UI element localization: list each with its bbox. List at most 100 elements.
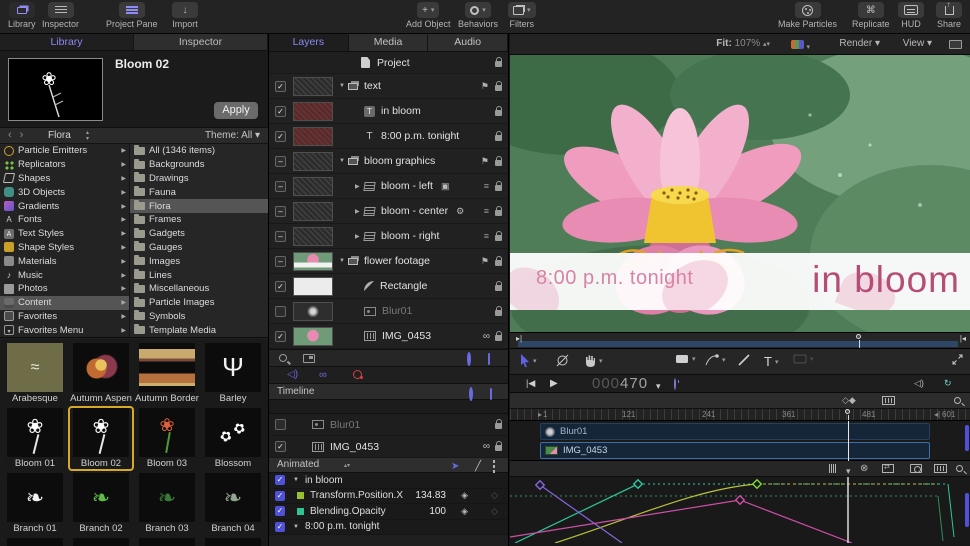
import-button[interactable]: ↓ Import: [172, 2, 198, 29]
inspector-button[interactable]: Inspector: [42, 2, 79, 29]
miscellaneous[interactable]: Miscellaneous: [130, 282, 268, 296]
photos[interactable]: Photos ▶: [0, 282, 129, 296]
materials[interactable]: Materials ▶: [0, 254, 129, 268]
audio-waveform-icon[interactable]: [828, 464, 839, 475]
range-end-marker[interactable]: |◂: [960, 334, 966, 343]
color-channel-swatch[interactable]: ▾: [791, 40, 810, 52]
project-pane-button[interactable]: Project Pane: [106, 2, 158, 29]
speaker-icon[interactable]: ◁): [287, 369, 298, 380]
layer-checkbox[interactable]: [275, 256, 286, 267]
filters-button[interactable]: ▾ Filters: [508, 2, 536, 29]
lock-icon[interactable]: [495, 285, 502, 291]
disclosure-triangle-icon[interactable]: [339, 158, 348, 164]
particle-images[interactable]: Particle Images: [130, 296, 268, 310]
fauna[interactable]: Fauna: [130, 185, 268, 199]
bloom-graphics[interactable]: bloom graphics ▣ ⚙ ⚑ ≡ ∞: [269, 149, 508, 174]
disclosure-triangle-icon[interactable]: [339, 83, 348, 89]
layers-tab[interactable]: Media: [349, 34, 429, 51]
flora[interactable]: Flora: [130, 199, 268, 213]
lock-icon[interactable]: [495, 135, 502, 141]
lock-icon[interactable]: [495, 61, 502, 67]
lock-icon[interactable]: [495, 85, 502, 91]
panel-tab[interactable]: Library: [0, 34, 134, 50]
arabesque[interactable]: Arabesque: [2, 341, 68, 406]
autumn-aspen[interactable]: Autumn Aspen: [68, 341, 134, 406]
fonts[interactable]: Fonts ▶: [0, 213, 129, 227]
record-icon[interactable]: [353, 370, 362, 379]
timeline-layer-checkbox[interactable]: [275, 441, 286, 452]
keyframe-toggle-icon[interactable]: ◇◆: [842, 395, 856, 406]
gauges[interactable]: Gauges: [130, 241, 268, 255]
layer-checkbox[interactable]: [275, 331, 286, 342]
bloom-center[interactable]: bloom - center ▣ ⚙ ⚑ ≡ ∞: [269, 199, 508, 224]
music[interactable]: Music ▶: [0, 268, 129, 282]
layer-checkbox[interactable]: [275, 181, 286, 192]
drawings[interactable]: Drawings: [130, 172, 268, 186]
select-tool[interactable]: ▾: [520, 354, 537, 367]
layer-checkbox[interactable]: [275, 206, 286, 217]
8-00-p-m-tonight[interactable]: ▼ 8:00 p.m. tonight ◈ ◇: [269, 520, 508, 536]
grid-item[interactable]: [68, 536, 134, 546]
frames[interactable]: Frames: [130, 213, 268, 227]
lock-icon[interactable]: [495, 445, 502, 451]
expand-view-button[interactable]: [952, 354, 963, 365]
text-styles[interactable]: Text Styles ▶: [0, 227, 129, 241]
apply-button[interactable]: Apply: [214, 102, 258, 119]
timeline-filters-icon[interactable]: [490, 387, 492, 402]
replicators[interactable]: Replicators ▶: [0, 158, 129, 172]
lock-icon[interactable]: [495, 310, 502, 316]
filmstrip-view-icon[interactable]: [934, 464, 947, 475]
lock-icon[interactable]: [495, 110, 502, 116]
make-particles-button[interactable]: Make Particles: [778, 2, 837, 29]
curve-editor-scrollbar[interactable]: [965, 493, 969, 527]
show-filters-icon[interactable]: [488, 354, 490, 364]
breadcrumb-location[interactable]: Flora: [48, 130, 71, 141]
transform-tool[interactable]: [556, 354, 569, 367]
disclosure-triangle-icon[interactable]: ▼: [293, 524, 299, 530]
add-object-button[interactable]: + ▾ Add Object: [406, 2, 451, 29]
audio-mute-icon[interactable]: ◁): [914, 378, 924, 389]
all-1346-items-[interactable]: All (1346 items): [130, 144, 268, 158]
chevron-down-icon[interactable]: ▾: [846, 466, 851, 477]
img-0453[interactable]: IMG_0453 ▣ ⚙ ⚑ ≡ ∞: [269, 324, 508, 349]
box-select-icon[interactable]: [493, 460, 495, 474]
autumn-border[interactable]: Autumn Border: [134, 341, 200, 406]
particle-emitters[interactable]: Particle Emitters ▶: [0, 144, 129, 158]
add-keyframe-icon[interactable]: ◇: [491, 506, 498, 517]
loop-playback-icon[interactable]: ↻: [944, 378, 952, 389]
keyframe-nav-icon[interactable]: ◈: [461, 506, 468, 517]
grid-item[interactable]: [200, 536, 266, 546]
track-bar-img-0453[interactable]: IMG_0453: [540, 442, 930, 459]
line-tool[interactable]: [738, 354, 750, 366]
branch-01[interactable]: Branch 01: [2, 471, 68, 536]
canvas-viewport[interactable]: 8:00 p.m. tonight in bloom: [510, 55, 970, 332]
lock-icon[interactable]: [495, 260, 502, 266]
8-00-p-m-tonight[interactable]: 8:00 p.m. tonight ▣ ⚙ ⚑ ≡ ∞: [269, 124, 508, 149]
transform-position-x[interactable]: ▼ Transform.Position.X 134.83 ◈ ◇: [269, 489, 508, 505]
behaviors-button[interactable]: ▾ Behaviors: [458, 2, 498, 29]
bloom-01[interactable]: Bloom 01: [2, 406, 68, 471]
rectangle[interactable]: Rectangle ▣ ⚙ ⚑ ≡ ∞: [269, 274, 508, 299]
layer-checkbox[interactable]: [275, 156, 286, 167]
grid-item[interactable]: [2, 536, 68, 546]
panel-tab[interactable]: Inspector: [134, 34, 268, 50]
search-icon[interactable]: [279, 354, 287, 362]
branch-03[interactable]: Branch 03: [134, 471, 200, 536]
lock-icon[interactable]: [495, 160, 502, 166]
grid-item[interactable]: [134, 536, 200, 546]
blur01[interactable]: Blur01 ∞: [269, 414, 508, 436]
track-bar-blur01[interactable]: Blur01: [540, 423, 930, 440]
layers-tab[interactable]: Layers: [269, 34, 349, 51]
timeline-scrollbar[interactable]: [965, 425, 969, 451]
layer-checkbox[interactable]: [275, 306, 286, 317]
layer-checkbox[interactable]: [275, 131, 286, 142]
timeline-ruler[interactable]: ▸ 1 121 241 361 481 ◂| 601: [510, 409, 970, 421]
blossom[interactable]: Blossom: [200, 406, 266, 471]
range-end-marker[interactable]: ◂|: [934, 410, 940, 419]
play-range-scrubber[interactable]: ▸| |◂: [510, 332, 970, 349]
animated-dropdown-bar[interactable]: Animated ▴▾ ➤ ╱: [269, 458, 508, 473]
show-behaviors-icon[interactable]: [467, 354, 471, 364]
lock-icon[interactable]: [495, 235, 502, 241]
zoom-tool-icon[interactable]: [956, 464, 963, 474]
render-dropdown[interactable]: Render ▾: [839, 38, 880, 49]
